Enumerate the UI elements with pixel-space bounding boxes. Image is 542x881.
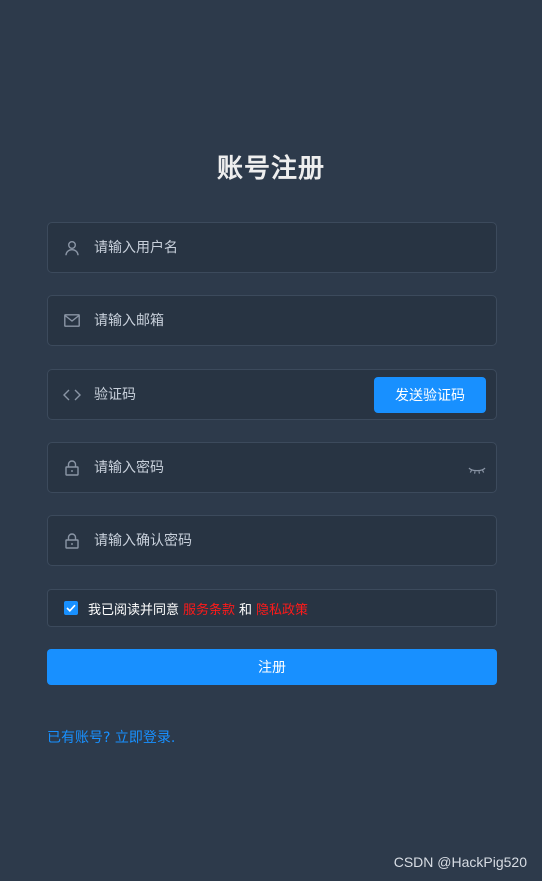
- user-icon: [63, 239, 81, 257]
- password-input[interactable]: [94, 443, 452, 492]
- code-field[interactable]: 发送验证码: [47, 369, 497, 420]
- register-button[interactable]: 注册: [47, 649, 497, 685]
- mail-icon: [63, 312, 81, 330]
- agreement-checkbox[interactable]: [64, 601, 78, 615]
- send-code-button[interactable]: 发送验证码: [374, 377, 486, 413]
- email-input[interactable]: [94, 296, 452, 345]
- lock-icon: [63, 459, 81, 477]
- check-icon: [66, 604, 76, 612]
- code-icon: [63, 386, 81, 404]
- terms-link[interactable]: 服务条款: [183, 599, 235, 618]
- username-field[interactable]: [47, 222, 497, 273]
- confirm-password-input[interactable]: [94, 516, 452, 565]
- register-page: 账号注册 发送验证码: [0, 0, 542, 881]
- login-link[interactable]: 已有账号? 立即登录.: [47, 727, 175, 747]
- username-input[interactable]: [94, 223, 452, 272]
- email-field[interactable]: [47, 295, 497, 346]
- privacy-link[interactable]: 隐私政策: [256, 599, 308, 618]
- agreement-and: 和: [239, 602, 253, 618]
- agreement-row: 我已阅读并同意 服务条款 和 隐私政策: [47, 589, 497, 627]
- agreement-prefix: 我已阅读并同意: [88, 602, 180, 618]
- page-title: 账号注册: [216, 154, 325, 184]
- eye-closed-icon[interactable]: [468, 462, 486, 474]
- confirm-password-field[interactable]: [47, 515, 497, 566]
- lock-icon: [63, 532, 81, 550]
- password-field[interactable]: [47, 442, 497, 493]
- watermark: CSDN @HackPig520: [393, 854, 527, 870]
- code-input[interactable]: [94, 370, 366, 419]
